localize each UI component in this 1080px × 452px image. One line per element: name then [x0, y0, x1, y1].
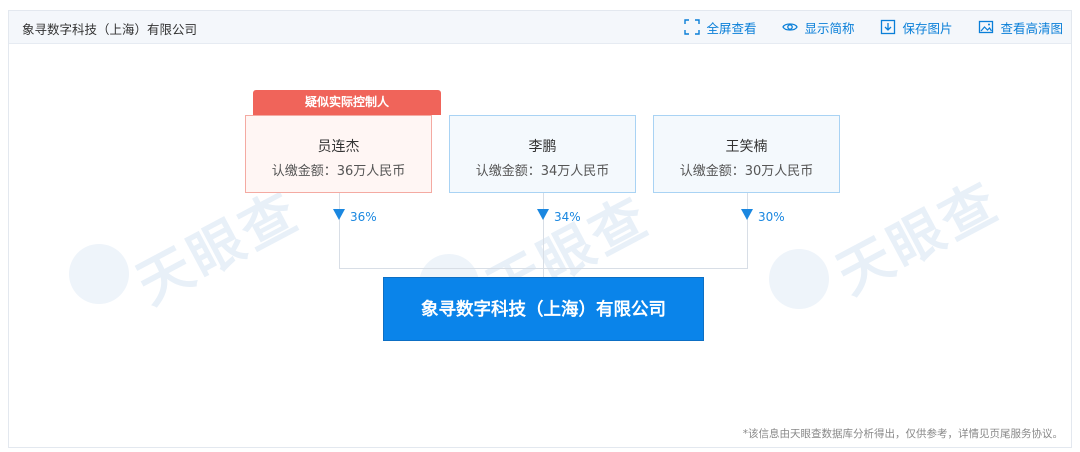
shareholder-node[interactable]: 李鹏 认缴金额：34万人民币	[449, 115, 636, 193]
connector-line	[543, 193, 544, 269]
share-percent: 34%	[554, 210, 581, 224]
shareholder-amount: 认缴金额：30万人民币	[679, 164, 814, 179]
watermark: 天眼查	[826, 169, 1010, 307]
diagram-canvas[interactable]: 天眼查 天眼查 天眼查 疑似实际控制人 员连杰 认缴金额：36万人民币 李鹏 认…	[9, 44, 1071, 447]
shareholder-node[interactable]: 王笑楠 认缴金额：30万人民币	[653, 115, 840, 193]
company-node[interactable]: 象寻数字科技（上海）有限公司	[383, 277, 704, 341]
toolbar: 全屏查看 显示简称 保存图片 查看高清图	[658, 11, 1063, 43]
shareholder-name: 李鹏	[528, 139, 557, 155]
equity-structure-panel: 象寻数字科技（上海）有限公司 全屏查看 显示简称 保存图片 查看高清图 天眼查 …	[8, 10, 1072, 448]
disclaimer-note: *该信息由天眼查数据库分析得出，仅供参考，详情见页尾服务协议。	[742, 428, 1063, 440]
watermark-logo	[769, 249, 829, 309]
fullscreen-button[interactable]: 全屏查看	[684, 18, 756, 37]
arrow-down-icon	[741, 209, 753, 220]
actual-controller-tag: 疑似实际控制人	[253, 90, 441, 115]
fullscreen-label: 全屏查看	[706, 20, 757, 36]
shareholder-amount: 认缴金额：36万人民币	[271, 164, 406, 179]
image-icon	[979, 20, 994, 34]
eye-icon	[782, 23, 799, 31]
fullscreen-icon	[684, 19, 701, 35]
arrow-down-icon	[537, 209, 549, 220]
connector-line	[747, 193, 748, 269]
view-hd-image-label: 查看高清图	[1000, 20, 1063, 36]
view-hd-image-button[interactable]: 查看高清图	[978, 18, 1063, 37]
show-short-name-button[interactable]: 显示简称	[782, 18, 854, 37]
connector-line	[339, 193, 340, 269]
arrow-down-icon	[333, 209, 345, 220]
panel-header: 象寻数字科技（上海）有限公司 全屏查看 显示简称 保存图片 查看高清图	[9, 11, 1071, 44]
shareholder-amount: 认缴金额：34万人民币	[475, 164, 610, 179]
shareholder-name: 员连杰	[317, 139, 360, 155]
shareholder-name: 王笑楠	[725, 139, 768, 155]
page-title: 象寻数字科技（上海）有限公司	[22, 22, 198, 37]
share-percent: 36%	[350, 210, 377, 224]
download-icon	[881, 19, 896, 35]
save-image-label: 保存图片	[902, 20, 953, 36]
share-percent: 30%	[758, 210, 785, 224]
show-short-name-label: 显示简称	[804, 20, 855, 36]
watermark-logo	[69, 244, 129, 304]
shareholder-node[interactable]: 员连杰 认缴金额：36万人民币	[245, 115, 432, 193]
save-image-button[interactable]: 保存图片	[880, 18, 952, 37]
